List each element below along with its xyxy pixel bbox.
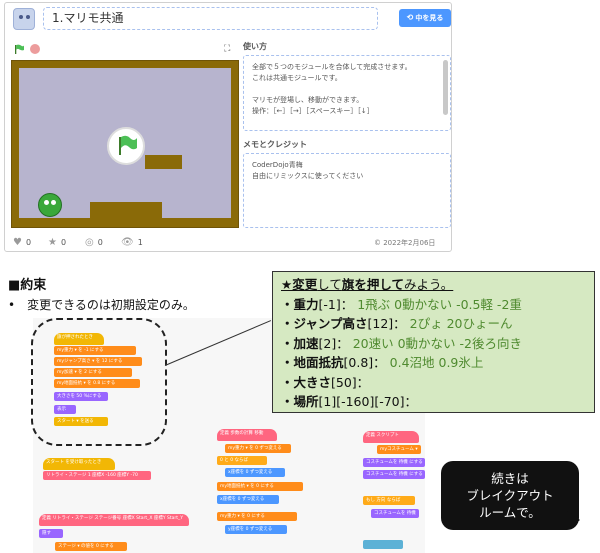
instructions-field[interactable]: 全部で５つのモジュールを合体して完成させます。 これは共通モジュールです。 マリ… [243,55,451,131]
sensing-block [363,540,403,549]
define-move-block: 定義 歩数の計算 移動 [217,429,277,441]
calc-block-1: my重力 ▾ を 0 ずつ変える [225,444,291,453]
callout-line: ブレイクアウト [466,488,554,503]
param-value: [0.8]： [343,355,386,370]
views-stat: 👁 1 [121,237,143,248]
see-inside-label: 中を見る [415,14,444,22]
param-friction: ・地面抵抗[0.8]： 0.4沼地 0.9氷上 [281,353,586,373]
notes-line: 自由にリミックスに使ってください [252,172,364,180]
param-desc: 20速い 0動かない -2後ろ向き [352,335,522,351]
green-flag-icon[interactable] [14,44,24,54]
heart-icon: ♥ [13,237,22,248]
calc-block-6: my重力 ▾ を 0 にする [217,512,297,521]
retry-call-block: リトライ・ステージ 1 座標X -160 座標Y -70 [43,471,151,480]
notes-line: CoderDojo青梅 [252,161,303,169]
share-date: © 2022年2月06日 [374,239,436,247]
param-name: ・場所 [281,394,319,409]
green-flag-icon [119,135,137,155]
param-accel: ・加速[2]： 20速い 0動かない -2後ろ向き [281,334,586,354]
see-inside-button[interactable]: ⟲ 中を見る [399,9,451,27]
param-value: [12]： [367,316,406,331]
param-desc: 1飛ぶ 0動かない -0.5軽 -2重 [357,296,522,312]
remix-stat: ◎ 0 [85,237,103,248]
define-costume-block: 定義 スクリプト [363,431,419,443]
param-position: ・場所[1][-160][-70]： [281,392,586,412]
favorite-stat[interactable]: ★ 0 [48,237,66,248]
param-value: [-1]： [318,296,354,312]
callout-tail [566,510,580,530]
rule-bullet: • 変更できるのは初期設定のみ。 [8,298,195,312]
remix-icon: ◎ [85,237,94,248]
heading-part: して [317,277,342,292]
param-value: [50]： [331,374,370,390]
param-value: [1][-160][-70]： [318,394,418,409]
define-retry-block: 定義 リトライ・ステージ ステージ番号 座標X Start_X 座標Y Star… [39,514,189,526]
param-name: ・大きさ [281,374,332,390]
project-panel: 1.マリモ共通 ⟲ 中を見る ⛶ ♥ 0 ★ 0 ◎ 0 👁 1 © 2022年2月06日… [4,2,452,252]
star-icon: ★ [48,237,57,248]
change-instructions-box: ★変更して旗を押してみよう。 ・重力[-1]： 1飛ぶ 0動かない -0.5軽 … [272,271,595,413]
marimo-sprite [38,193,62,217]
costume-block-4: もし 方向 ならば [363,496,415,505]
project-thumbnail [13,8,35,30]
instructions-line: マリモが登場し、移動ができます。 [252,96,364,104]
calc-block-7: y座標を 0 ずつ変える [225,525,287,534]
see-inside-icon: ⟲ [406,13,414,22]
instructions-line: 操作：［←］［→］［スペースキー］［↓］ [252,107,374,115]
callout-line: ルームで。 [479,505,541,520]
fullscreen-icon[interactable]: ⛶ [224,44,230,54]
costume-block-2: コスチュームを 待機 にする [363,458,425,467]
heading-part: みよう。 [404,277,454,292]
param-value: [2]： [318,335,349,351]
change-heading: ★変更して旗を押してみよう。 [281,275,586,295]
param-gravity: ・重力[-1]： 1飛ぶ 0動かない -0.5軽 -2重 [281,295,586,315]
param-desc: 0.4沼地 0.9氷上 [389,355,484,370]
highlight-dashed-outline [31,318,167,446]
eye-icon: 👁 [121,237,134,248]
hide-block: 隠す [39,529,63,538]
param-size: ・大きさ[50]： [281,373,586,393]
set-stage-block: ステージ ▾ の値を 0 にする [55,542,127,551]
instructions-scrollbar[interactable] [443,60,448,115]
instructions-label: 使い方 [243,42,267,51]
param-desc: 2ぴょ 20ひょーん [409,316,513,331]
rule-heading: ■約束 [8,278,47,293]
costume-block-1: myコスチューム ▾ [377,445,421,454]
param-name: ・ジャンプ高さ [281,316,368,331]
calc-block-5: x座標を 0 ずつ変える [217,495,279,504]
calc-block-3: x座標を 0 ずつ変える [225,468,285,477]
costume-block-5: コスチュームを 待機 [371,509,419,518]
green-flag-overlay-button[interactable] [107,127,145,165]
param-jump: ・ジャンプ高さ[12]： 2ぴょ 20ひょーん [281,314,586,334]
calc-block-4: my地面抵抗 ▾ を 0 にする [217,482,303,491]
notes-field[interactable]: CoderDojo青梅 自由にリミックスに使ってください [243,153,451,228]
love-stat[interactable]: ♥ 0 [13,237,31,248]
platform-lower [90,202,162,222]
instructions-blank-line [252,84,442,95]
notes-label: メモとクレジット [243,140,307,149]
calc-block-2: 0 と 0 ならば [217,456,267,465]
param-name: ・重力 [281,296,319,312]
instructions-line: 全部で５つのモジュールを合体して完成させます。 [252,63,412,71]
instructions-line: これは共通モジュールです。 [252,74,342,82]
stop-icon[interactable] [30,44,40,54]
project-title-field[interactable]: 1.マリモ共通 [43,7,378,30]
param-name: ・地面抵抗 [281,355,344,370]
platform-upper [145,155,182,169]
receive-start-hat: スタート を受け取ったとき [43,458,115,470]
param-name: ・加速 [281,335,319,351]
costume-block-3: コスチュームを 待機 にする [363,470,425,479]
breakout-callout: 続きは ブレイクアウト ルームで。 [441,461,579,530]
stage-canvas[interactable] [11,60,239,228]
heading-part: ★変更 [281,277,318,292]
callout-line: 続きは [491,471,529,486]
heading-part: 旗を押して [341,277,404,292]
